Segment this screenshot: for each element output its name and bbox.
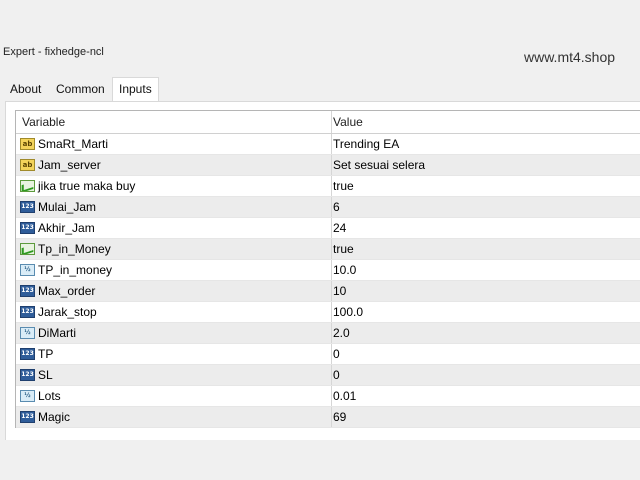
- window-title: Expert - fixhedge-ncl: [3, 46, 104, 58]
- variable-name: SL: [38, 368, 53, 382]
- variable-cell: ab SmaRt_Marti: [16, 134, 333, 154]
- variable-name: Akhir_Jam: [38, 221, 95, 235]
- value-cell[interactable]: true: [331, 239, 640, 259]
- tab-about[interactable]: About: [4, 78, 47, 100]
- table-row[interactable]: ½ DiMarti 2.0: [16, 323, 640, 344]
- value-cell[interactable]: 100.0: [331, 302, 640, 322]
- value-cell[interactable]: true: [331, 176, 640, 196]
- variable-name: jika true maka buy: [38, 179, 136, 193]
- int-type-icon: 123: [20, 306, 35, 318]
- table-row[interactable]: 123 TP 0: [16, 344, 640, 365]
- value-cell[interactable]: 10.0: [331, 260, 640, 280]
- variable-cell: Tp_in_Money: [16, 239, 333, 259]
- value-cell[interactable]: 24: [331, 218, 640, 238]
- table-row[interactable]: ½ Lots 0.01: [16, 386, 640, 407]
- variable-name: Lots: [38, 389, 61, 403]
- variable-cell: ½ Lots: [16, 386, 333, 406]
- value-cell[interactable]: 10: [331, 281, 640, 301]
- table-row[interactable]: ab Jam_server Set sesuai selera: [16, 155, 640, 176]
- check-mark: [21, 181, 34, 191]
- variable-name: Max_order: [38, 284, 96, 298]
- variable-cell: 123 SL: [16, 365, 333, 385]
- variable-name: Jam_server: [38, 158, 101, 172]
- variable-name: TP: [38, 347, 54, 361]
- variable-name: Magic: [38, 410, 71, 424]
- value-cell[interactable]: 2.0: [331, 323, 640, 343]
- value-cell[interactable]: Trending EA: [331, 134, 640, 154]
- variable-name: SmaRt_Marti: [38, 137, 109, 151]
- variable-cell: 123 Jarak_stop: [16, 302, 333, 322]
- table-row[interactable]: 123 Akhir_Jam 24: [16, 218, 640, 239]
- variable-name: Mulai_Jam: [38, 200, 97, 214]
- window-titlebar: Expert - fixhedge-ncl www.mt4.shop: [0, 0, 640, 72]
- variable-cell: 123 Akhir_Jam: [16, 218, 333, 238]
- variable-cell: ½ DiMarti: [16, 323, 333, 343]
- value-cell[interactable]: Set sesuai selera: [331, 155, 640, 175]
- variable-cell: jika true maka buy: [16, 176, 333, 196]
- table-row[interactable]: 123 Mulai_Jam 6: [16, 197, 640, 218]
- double-type-icon: ½: [20, 390, 35, 402]
- string-type-icon: ab: [20, 159, 35, 171]
- value-cell[interactable]: 6: [331, 197, 640, 217]
- inputs-table: Variable Value ab SmaRt_Marti Trending EA a…: [15, 110, 640, 428]
- tab-bar: About Common Inputs: [0, 77, 640, 102]
- double-type-icon: ½: [20, 264, 35, 276]
- int-type-icon: 123: [20, 411, 35, 423]
- bool-type-icon: [20, 180, 35, 192]
- table-header-row: Variable Value: [16, 111, 640, 134]
- inputs-panel: Variable Value ab SmaRt_Marti Trending EA a…: [5, 101, 640, 440]
- table-row[interactable]: 123 Magic 69: [16, 407, 640, 428]
- variable-cell: ½ TP_in_money: [16, 260, 333, 280]
- table-row[interactable]: 123 SL 0: [16, 365, 640, 386]
- variable-name: Tp_in_Money: [38, 242, 111, 256]
- table-row[interactable]: jika true maka buy true: [16, 176, 640, 197]
- watermark-text: www.mt4.shop: [524, 49, 616, 65]
- variable-cell: 123 Max_order: [16, 281, 333, 301]
- int-type-icon: 123: [20, 285, 35, 297]
- value-cell[interactable]: 0: [331, 344, 640, 364]
- variable-cell: 123 Mulai_Jam: [16, 197, 333, 217]
- check-mark: [21, 244, 34, 254]
- table-row[interactable]: 123 Max_order 10: [16, 281, 640, 302]
- variable-cell: 123 Magic: [16, 407, 333, 427]
- variable-name: Jarak_stop: [38, 305, 97, 319]
- variable-cell: ab Jam_server: [16, 155, 333, 175]
- int-type-icon: 123: [20, 201, 35, 213]
- value-cell[interactable]: 69: [331, 407, 640, 427]
- tab-inputs[interactable]: Inputs: [112, 77, 159, 101]
- int-type-icon: 123: [20, 369, 35, 381]
- table-row[interactable]: Tp_in_Money true: [16, 239, 640, 260]
- variable-name: DiMarti: [38, 326, 76, 340]
- tab-common[interactable]: Common: [50, 78, 111, 100]
- variable-name: TP_in_money: [38, 263, 113, 277]
- value-cell[interactable]: 0.01: [331, 386, 640, 406]
- table-row[interactable]: 123 Jarak_stop 100.0: [16, 302, 640, 323]
- column-header-value[interactable]: Value: [331, 111, 640, 133]
- int-type-icon: 123: [20, 348, 35, 360]
- table-row[interactable]: ab SmaRt_Marti Trending EA: [16, 134, 640, 155]
- int-type-icon: 123: [20, 222, 35, 234]
- variable-cell: 123 TP: [16, 344, 333, 364]
- string-type-icon: ab: [20, 138, 35, 150]
- double-type-icon: ½: [20, 327, 35, 339]
- bool-type-icon: [20, 243, 35, 255]
- column-header-variable[interactable]: Variable: [16, 111, 335, 133]
- table-row[interactable]: ½ TP_in_money 10.0: [16, 260, 640, 281]
- value-cell[interactable]: 0: [331, 365, 640, 385]
